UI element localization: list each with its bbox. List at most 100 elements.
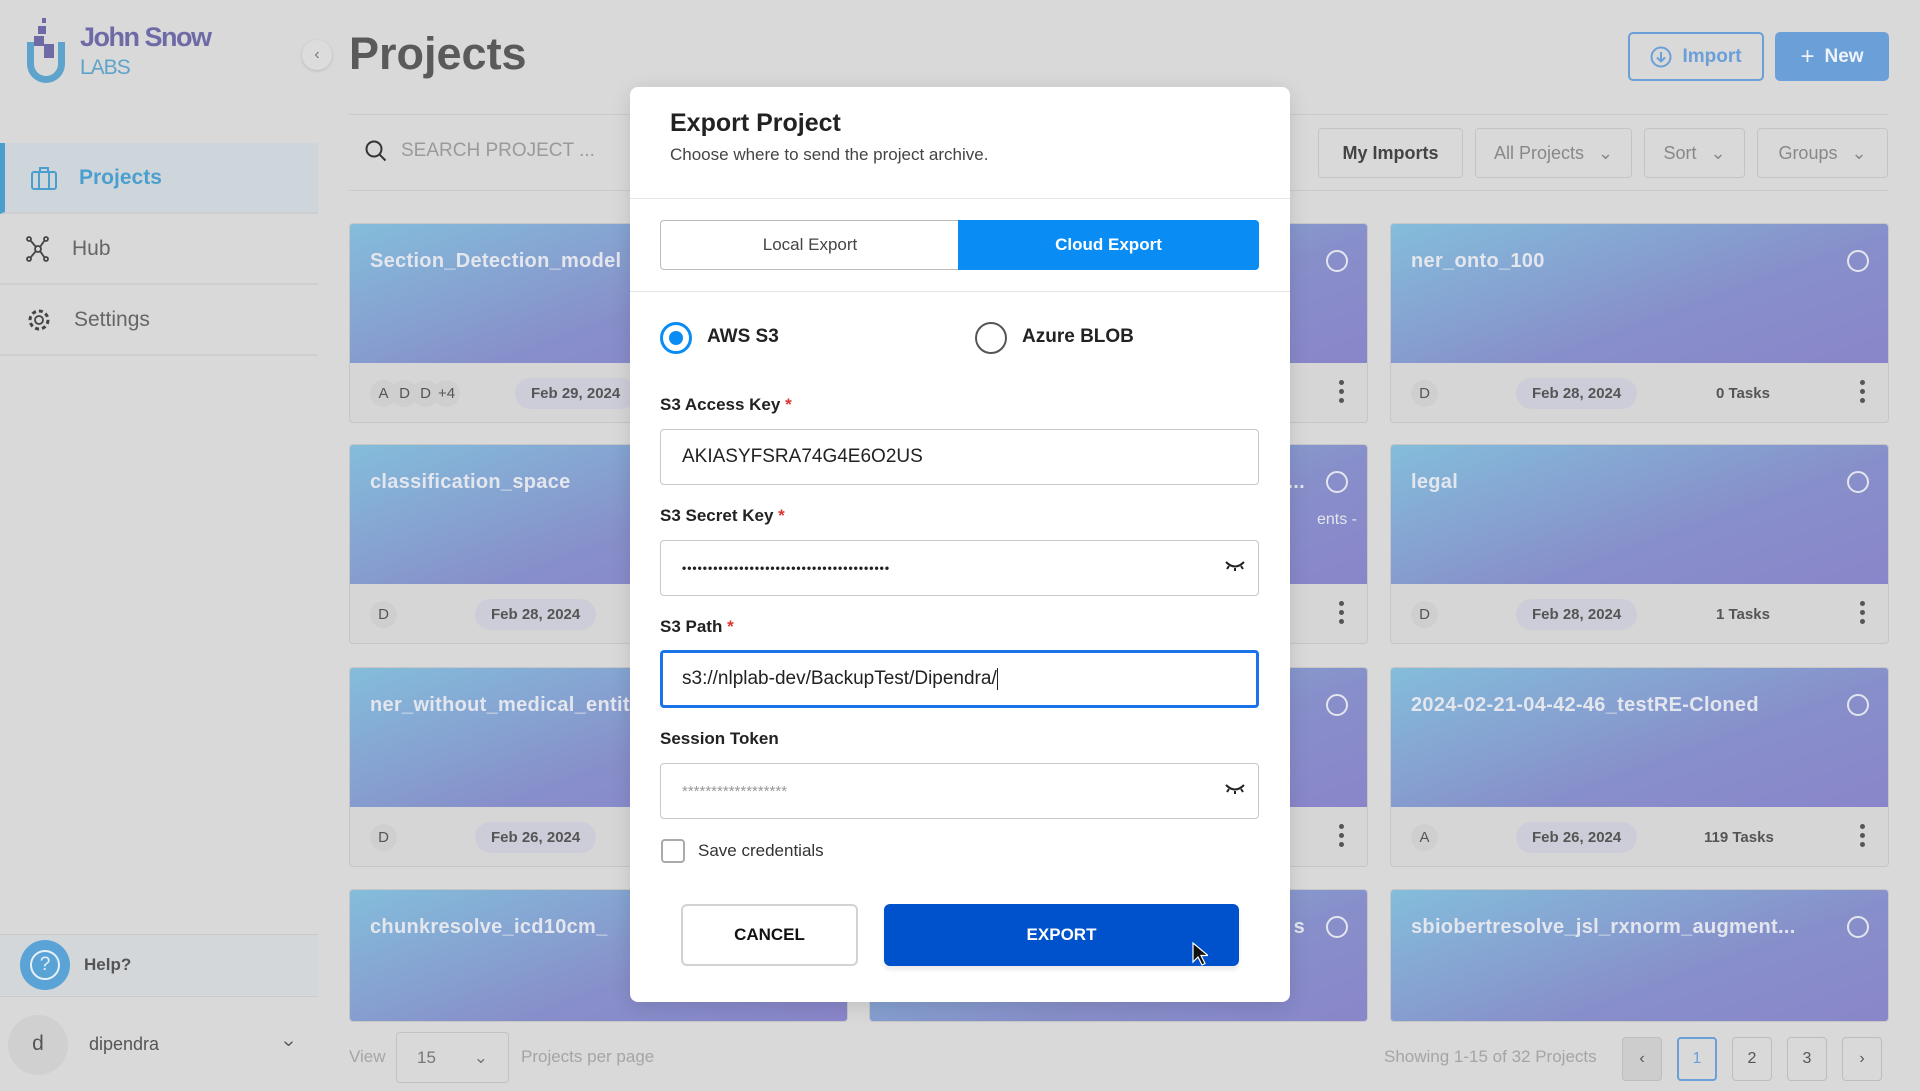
card-header: 2024-02-21-04-42-46_testRE-Cloned [1391, 668, 1888, 807]
save-credentials-label[interactable]: Save credentials [698, 841, 824, 861]
eye-closed-icon[interactable] [1224, 782, 1246, 796]
collapse-sidebar-button[interactable]: ‹ [302, 40, 332, 70]
secret-key-input[interactable]: •••••••••••••••••••••••••••••••••••••••• [660, 540, 1259, 596]
project-title[interactable]: chunkresolve_icd10cm_ [370, 916, 608, 939]
more-options-icon[interactable] [1339, 824, 1345, 847]
all-projects-dropdown[interactable]: All Projects ⌄ [1475, 128, 1632, 178]
select-circle-icon[interactable] [1326, 471, 1348, 493]
more-options-icon[interactable] [1860, 601, 1866, 624]
import-label: Import [1682, 45, 1742, 67]
task-count: 0 Tasks [1716, 385, 1770, 402]
project-title[interactable]: 2024-02-21-04-42-46_testRE-Cloned [1411, 694, 1759, 717]
project-title[interactable]: sbiobertresolve_jsl_rxnorm_augment... [1411, 916, 1796, 939]
select-circle-icon[interactable] [1847, 694, 1869, 716]
import-button[interactable]: Import [1628, 32, 1764, 81]
card-header: legal [1391, 445, 1888, 584]
project-title[interactable]: Section_Detection_model [370, 250, 621, 273]
chevron-down-icon: ⌄ [1710, 142, 1726, 163]
access-key-input[interactable]: AKIASYFSRA74G4E6O2US [660, 429, 1259, 485]
tab-local-export[interactable]: Local Export [660, 220, 959, 270]
user-avatar[interactable]: d [8, 1015, 68, 1075]
tab-cloud-export[interactable]: Cloud Export [958, 220, 1259, 270]
download-circle-icon [1650, 46, 1672, 67]
per-page-value: 15 [417, 1047, 436, 1067]
briefcase-icon [31, 166, 57, 190]
gear-icon [28, 309, 50, 330]
new-label: New [1824, 45, 1864, 67]
export-button[interactable]: EXPORT [884, 904, 1239, 966]
new-project-button[interactable]: + New [1775, 32, 1889, 81]
select-circle-icon[interactable] [1326, 916, 1348, 938]
required-mark: * [727, 617, 734, 636]
select-circle-icon[interactable] [1847, 916, 1869, 938]
access-key-label: S3 Access Key * [660, 395, 792, 414]
project-title[interactable]: ner_without_medical_entities [370, 694, 658, 717]
project-title[interactable]: ner_onto_100 [1411, 250, 1545, 273]
project-card[interactable]: 2024-02-21-04-42-46_testRE-Cloned A Feb 26… [1390, 667, 1889, 867]
aws-s3-label[interactable]: AWS S3 [707, 326, 779, 348]
sort-label: Sort [1663, 142, 1697, 163]
date-badge: Feb 26, 2024 [475, 822, 597, 853]
page-button-2[interactable]: 2 [1732, 1037, 1772, 1081]
export-project-modal: Export Project Choose where to send the … [630, 87, 1290, 1002]
chevron-left-icon: ‹ [314, 46, 320, 63]
sidebar-item-settings[interactable]: Settings [0, 285, 318, 356]
search-icon [365, 140, 387, 162]
project-title[interactable]: s [1294, 916, 1305, 939]
plus-icon: + [1800, 42, 1815, 70]
project-card[interactable]: ner_onto_100 D Feb 28, 2024 0 Tasks [1390, 223, 1889, 423]
text-cursor [996, 668, 998, 690]
project-card[interactable]: legal D Feb 28, 2024 1 Tasks [1390, 444, 1889, 644]
project-card[interactable]: sbiobertresolve_jsl_rxnorm_augment... [1390, 889, 1889, 1022]
task-count: 1 Tasks [1716, 606, 1770, 623]
cancel-button[interactable]: CANCEL [681, 904, 858, 966]
azure-blob-label[interactable]: Azure BLOB [1022, 326, 1134, 348]
more-options-icon[interactable] [1860, 380, 1866, 403]
card-footer: A Feb 26, 2024 119 Tasks [1391, 807, 1888, 866]
radio-aws-s3[interactable] [660, 322, 692, 354]
sidebar-item-label: Settings [74, 307, 150, 331]
my-imports-button[interactable]: My Imports [1318, 128, 1463, 178]
select-circle-icon[interactable] [1847, 471, 1869, 493]
required-mark: * [785, 395, 792, 414]
more-options-icon[interactable] [1339, 601, 1345, 624]
chevron-up-icon[interactable]: ‹ [277, 1040, 300, 1047]
project-title[interactable]: classification_space [370, 471, 571, 494]
sidebar-item-label: Projects [79, 165, 162, 189]
member-avatar: D [370, 824, 397, 851]
eye-closed-icon[interactable] [1224, 559, 1246, 573]
sidebar-item-projects[interactable]: Projects [0, 143, 318, 214]
select-circle-icon[interactable] [1326, 694, 1348, 716]
search-bar[interactable]: SEARCH PROJECT ... [365, 140, 595, 162]
card-footer: D Feb 28, 2024 1 Tasks [1391, 584, 1888, 643]
date-badge: Feb 26, 2024 [1516, 822, 1638, 853]
all-projects-label: All Projects [1493, 142, 1584, 163]
sort-dropdown[interactable]: Sort ⌄ [1644, 128, 1745, 178]
user-name[interactable]: dipendra [89, 1034, 159, 1055]
more-options-icon[interactable] [1339, 380, 1345, 403]
help-button[interactable]: ? Help? [0, 935, 318, 995]
per-page-select[interactable]: 15 ⌄ [396, 1032, 509, 1083]
groups-dropdown[interactable]: Groups ⌄ [1757, 128, 1888, 178]
member-avatar: D [1411, 601, 1438, 628]
sidebar-item-hub[interactable]: Hub [0, 214, 318, 285]
showing-count: Showing 1-15 of 32 Projects [1384, 1047, 1597, 1066]
next-page-button[interactable]: › [1842, 1037, 1882, 1081]
project-description: ents - [1316, 511, 1357, 528]
brand-sub: LABS [80, 56, 131, 79]
page-button-1[interactable]: 1 [1677, 1037, 1717, 1081]
radio-azure-blob[interactable] [975, 322, 1007, 354]
page-button-3[interactable]: 3 [1787, 1037, 1827, 1081]
prev-page-button[interactable]: ‹ [1622, 1037, 1662, 1081]
select-circle-icon[interactable] [1847, 250, 1869, 272]
s3-path-input[interactable]: s3://nlplab-dev/BackupTest/Dipendra/ [660, 650, 1259, 708]
project-title[interactable]: legal [1411, 471, 1458, 494]
more-options-icon[interactable] [1860, 824, 1866, 847]
select-circle-icon[interactable] [1326, 250, 1348, 272]
date-badge: Feb 28, 2024 [475, 599, 597, 630]
search-input[interactable]: SEARCH PROJECT ... [401, 140, 595, 162]
session-token-input[interactable]: ****************** [660, 763, 1259, 819]
save-credentials-checkbox[interactable] [661, 839, 685, 863]
member-avatar: D [370, 601, 397, 628]
chevron-down-icon: ⌄ [1597, 142, 1614, 163]
